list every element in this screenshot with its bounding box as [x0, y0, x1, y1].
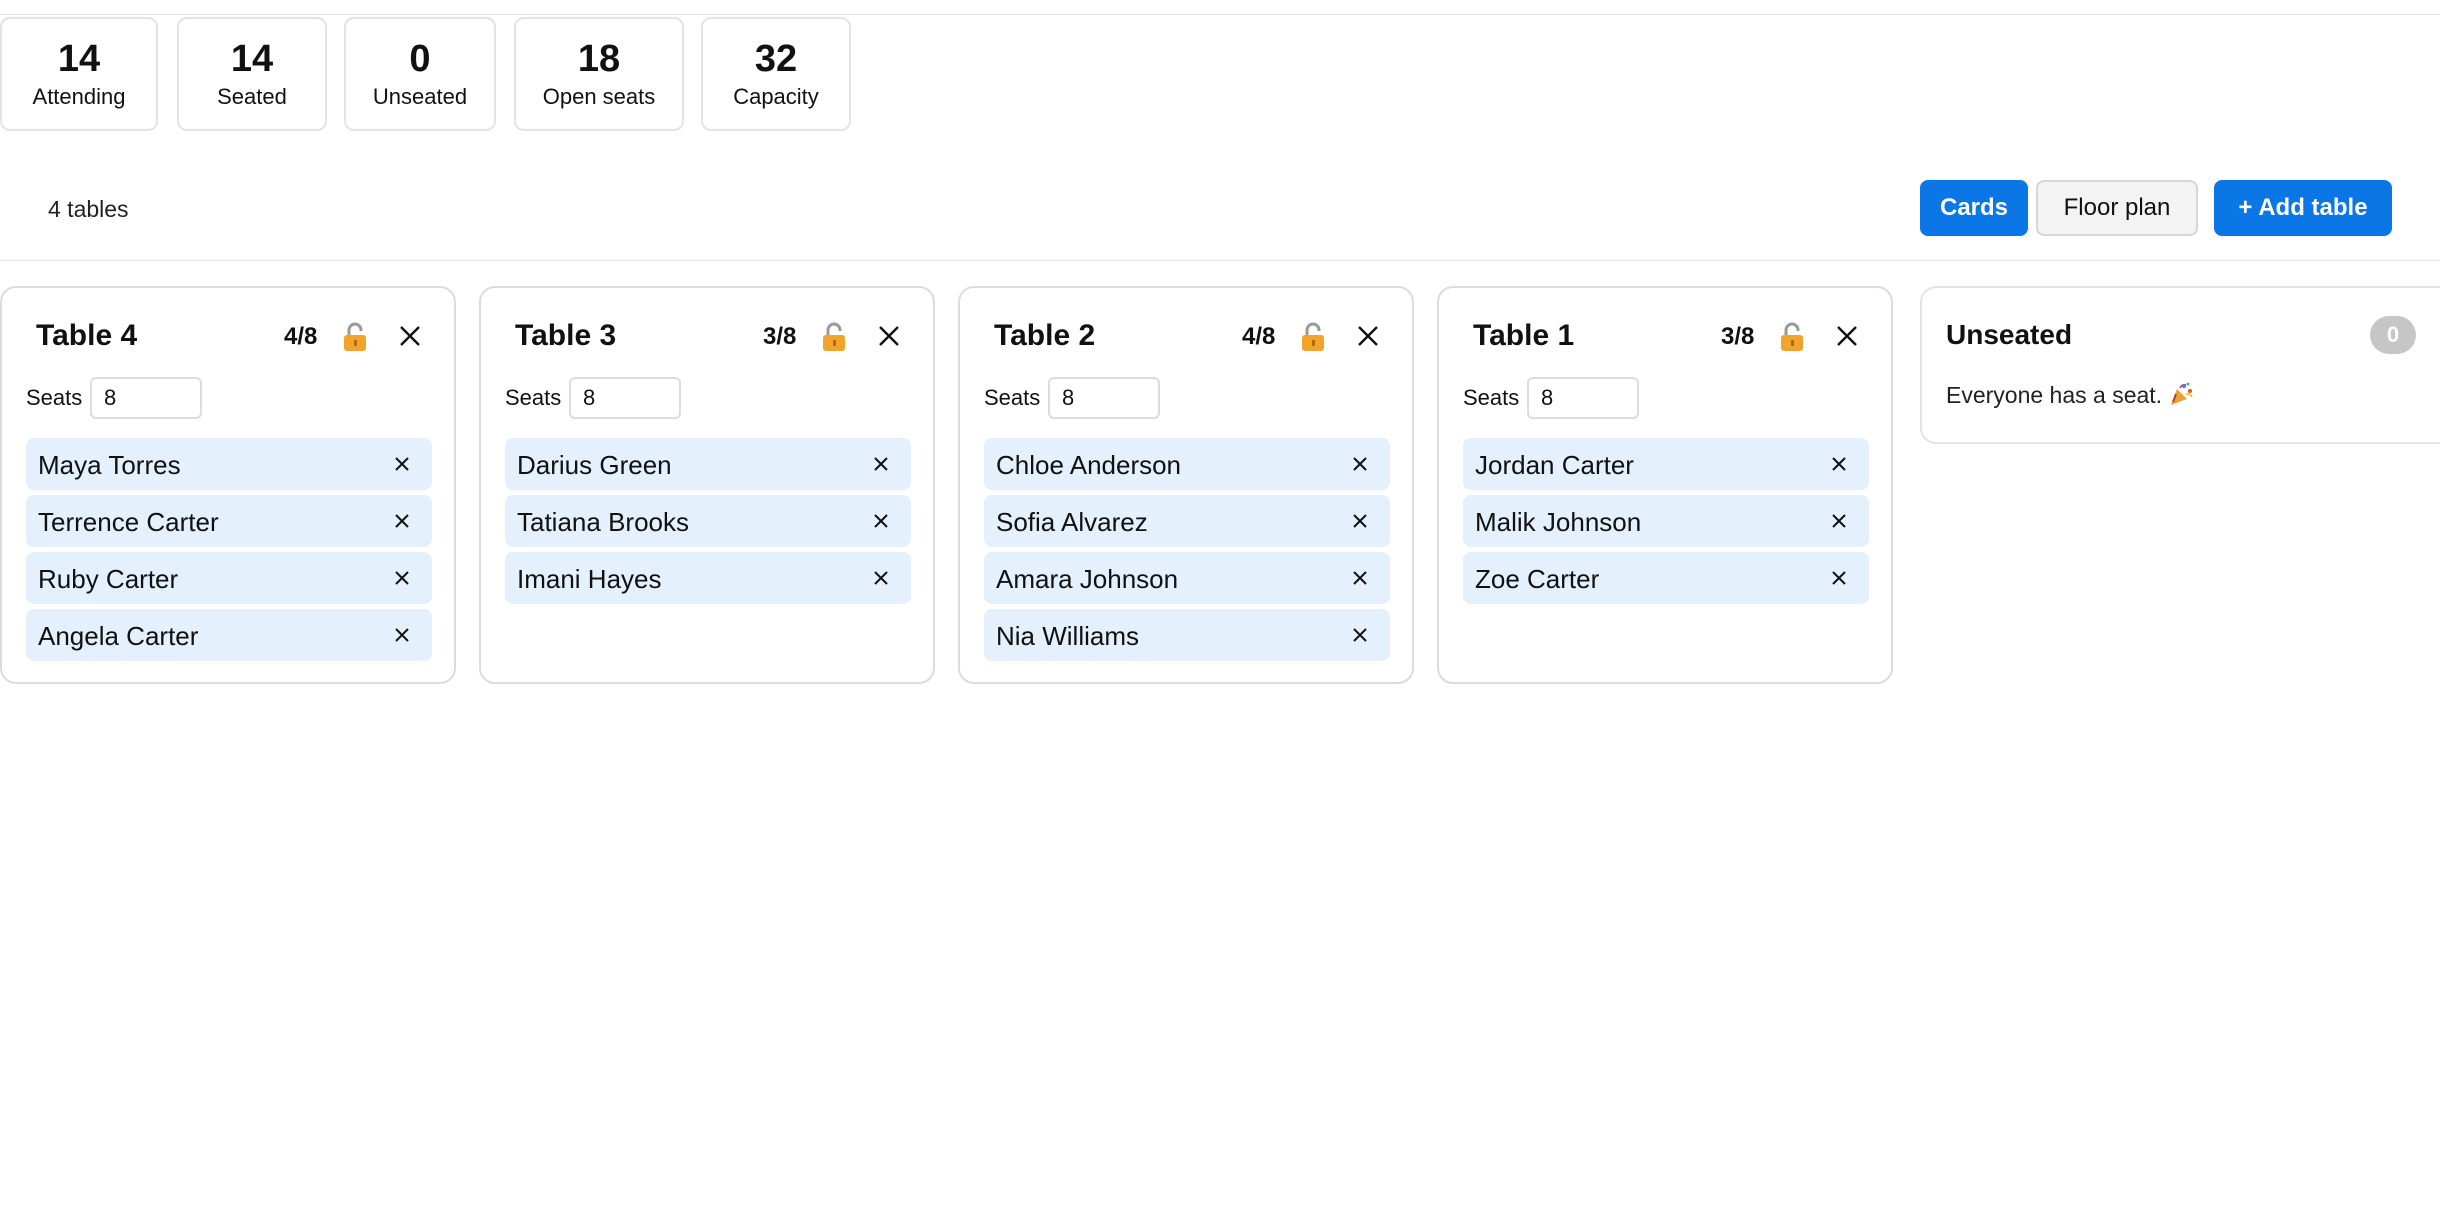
add-table-button[interactable]: + Add table — [2214, 180, 2392, 236]
table-card: Table 4 4/8 Seats Maya Torres Terrence C… — [0, 286, 456, 684]
guest-name: Jordan Carter — [1475, 450, 1634, 480]
guest-name: Ruby Carter — [38, 564, 179, 594]
table-occupancy: 4/8 — [284, 323, 318, 350]
remove-guest-icon[interactable] — [1352, 456, 1368, 472]
table-count: 4 tables — [48, 196, 129, 222]
stat-unseated: 0 Unseated — [344, 17, 496, 131]
unseated-panel: Unseated 0 Everyone has a seat. — [1920, 286, 2440, 444]
remove-guest-icon[interactable] — [873, 456, 889, 472]
guest-name: Imani Hayes — [517, 564, 662, 594]
remove-guest-icon[interactable] — [1831, 456, 1847, 472]
open-lock-icon[interactable] — [1300, 322, 1326, 352]
floor-plan-view-button[interactable]: Floor plan — [2036, 180, 2198, 236]
guest-chip[interactable]: Darius Green — [505, 438, 911, 490]
guest-chip[interactable]: Maya Torres — [26, 438, 432, 490]
table-card: Table 3 3/8 Seats Darius Green Tatiana B… — [479, 286, 935, 684]
remove-guest-icon[interactable] — [1352, 570, 1368, 586]
stat-label: Unseated — [372, 84, 468, 109]
guest-name: Angela Carter — [38, 621, 199, 651]
guest-name: Amara Johnson — [996, 564, 1179, 594]
open-lock-icon[interactable] — [342, 322, 368, 352]
unseated-count-badge: 0 — [2370, 316, 2416, 354]
open-lock-icon[interactable] — [821, 322, 847, 352]
remove-guest-icon[interactable] — [1352, 627, 1368, 643]
stat-label: Capacity — [733, 84, 819, 109]
unseated-message-row: Everyone has a seat. — [1946, 381, 2194, 409]
guest-chip[interactable]: Ruby Carter — [26, 552, 432, 604]
stat-value: 32 — [754, 38, 798, 80]
remove-guest-icon[interactable] — [1831, 513, 1847, 529]
guest-name: Malik Johnson — [1475, 507, 1642, 537]
delete-table-icon[interactable] — [877, 324, 901, 348]
seats-input[interactable] — [1048, 377, 1160, 419]
guest-chip[interactable]: Nia Williams — [984, 609, 1390, 661]
seats-input[interactable] — [90, 377, 202, 419]
guest-chip[interactable]: Imani Hayes — [505, 552, 911, 604]
table-card: Table 2 4/8 Seats Chloe Anderson Sofia A… — [958, 286, 1414, 684]
guest-name: Sofia Alvarez — [996, 507, 1148, 537]
seats-input[interactable] — [1527, 377, 1639, 419]
cards-view-button[interactable]: Cards — [1920, 180, 2028, 236]
remove-guest-icon[interactable] — [873, 570, 889, 586]
remove-guest-icon[interactable] — [394, 513, 410, 529]
table-title: Table 1 — [1473, 319, 1575, 352]
guest-name: Zoe Carter — [1475, 564, 1600, 594]
seats-label: Seats — [1463, 385, 1520, 410]
guest-name: Terrence Carter — [38, 507, 219, 537]
stat-open-seats: 18 Open seats — [514, 17, 684, 131]
delete-table-icon[interactable] — [398, 324, 422, 348]
stat-label: Attending — [32, 84, 126, 109]
table-title: Table 4 — [36, 319, 138, 352]
stat-value: 18 — [577, 38, 621, 80]
guest-chip[interactable]: Chloe Anderson — [984, 438, 1390, 490]
stat-value: 14 — [57, 38, 101, 80]
party-popper-icon — [2171, 382, 2193, 405]
guest-name: Tatiana Brooks — [517, 507, 689, 537]
seats-label: Seats — [26, 385, 83, 410]
guest-name: Maya Torres — [38, 450, 181, 480]
table-occupancy: 3/8 — [763, 323, 797, 350]
remove-guest-icon[interactable] — [394, 456, 410, 472]
top-divider — [0, 14, 2440, 15]
stat-capacity: 32 Capacity — [701, 17, 851, 131]
remove-guest-icon[interactable] — [394, 570, 410, 586]
toolbar: 4 tables Cards Floor plan + Add table — [0, 178, 2440, 242]
guest-chip[interactable]: Angela Carter — [26, 609, 432, 661]
stat-label: Open seats — [542, 84, 656, 109]
delete-table-icon[interactable] — [1356, 324, 1380, 348]
guest-chip[interactable]: Tatiana Brooks — [505, 495, 911, 547]
table-occupancy: 3/8 — [1721, 323, 1755, 350]
stat-label: Seated — [217, 84, 287, 109]
guest-chip[interactable]: Sofia Alvarez — [984, 495, 1390, 547]
table-title: Table 2 — [994, 319, 1096, 352]
table-occupancy: 4/8 — [1242, 323, 1276, 350]
stat-value: 0 — [409, 38, 431, 80]
guest-chip[interactable]: Jordan Carter — [1463, 438, 1869, 490]
open-lock-icon[interactable] — [1779, 322, 1805, 352]
guest-name: Darius Green — [517, 450, 672, 480]
unseated-message: Everyone has a seat. — [1946, 382, 2163, 408]
stat-value: 14 — [230, 38, 274, 80]
guest-chip[interactable]: Malik Johnson — [1463, 495, 1869, 547]
table-card: Table 1 3/8 Seats Jordan Carter Malik Jo… — [1437, 286, 1893, 684]
remove-guest-icon[interactable] — [873, 513, 889, 529]
remove-guest-icon[interactable] — [1831, 570, 1847, 586]
guest-chip[interactable]: Zoe Carter — [1463, 552, 1869, 604]
seats-label: Seats — [984, 385, 1041, 410]
unseated-title: Unseated — [1946, 319, 2073, 350]
delete-table-icon[interactable] — [1835, 324, 1859, 348]
toolbar-divider — [0, 260, 2440, 261]
stat-attending: 14 Attending — [0, 17, 158, 131]
seats-input[interactable] — [569, 377, 681, 419]
remove-guest-icon[interactable] — [1352, 513, 1368, 529]
guest-chip[interactable]: Terrence Carter — [26, 495, 432, 547]
guest-name: Chloe Anderson — [996, 450, 1182, 480]
guest-chip[interactable]: Amara Johnson — [984, 552, 1390, 604]
seats-label: Seats — [505, 385, 562, 410]
guest-name: Nia Williams — [996, 621, 1139, 651]
stat-seated: 14 Seated — [177, 17, 327, 131]
remove-guest-icon[interactable] — [394, 627, 410, 643]
table-title: Table 3 — [515, 319, 617, 352]
